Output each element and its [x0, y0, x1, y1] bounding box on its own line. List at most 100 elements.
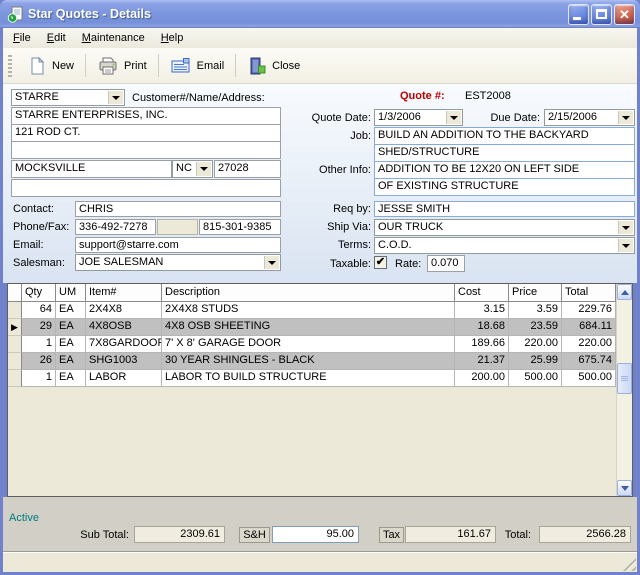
row-selector[interactable] — [8, 302, 22, 319]
job-line1-field[interactable]: BUILD AN ADDITION TO THE BACKYARD — [374, 127, 635, 145]
cell-total[interactable]: 500.00 — [562, 370, 616, 387]
grid-vertical-scrollbar[interactable] — [616, 284, 632, 496]
close-icon: ✕ — [615, 5, 634, 24]
due-date-dropdown[interactable]: 2/15/2006 — [544, 109, 635, 126]
table-row[interactable]: 1EALABORLABOR TO BUILD STRUCTURE200.0050… — [8, 370, 616, 387]
cell-um[interactable]: EA — [56, 336, 86, 353]
cell-qty[interactable]: 26 — [22, 353, 56, 370]
row-selector[interactable]: ▶ — [8, 319, 22, 336]
cell-qty[interactable]: 1 — [22, 336, 56, 353]
row-selector[interactable] — [8, 336, 22, 353]
dropdown-arrow-button[interactable] — [108, 91, 123, 104]
salesman-dropdown[interactable]: JOE SALESMAN — [75, 254, 281, 271]
email-button[interactable]: Email — [161, 54, 234, 78]
cell-item[interactable]: LABOR — [86, 370, 162, 387]
cell-cost[interactable]: 189.66 — [455, 336, 509, 353]
other-info-line2-field[interactable]: OF EXISTING STRUCTURE — [374, 178, 635, 196]
dropdown-arrow-button[interactable] — [264, 256, 279, 269]
address1-field[interactable]: 121 ROD CT. — [11, 124, 281, 142]
cell-total[interactable]: 684.11 — [562, 319, 616, 336]
cell-cost[interactable]: 200.00 — [455, 370, 509, 387]
close-window-button[interactable]: Close — [238, 53, 309, 79]
zip-field[interactable]: 27028 — [214, 160, 281, 178]
terms-dropdown[interactable]: C.O.D. — [374, 237, 635, 254]
ship-via-dropdown[interactable]: OUR TRUCK — [374, 219, 635, 236]
menu-file[interactable]: File — [5, 30, 39, 46]
email-field[interactable]: support@starre.com — [75, 237, 281, 253]
cell-item[interactable]: 2X4X8 — [86, 302, 162, 319]
fax-field[interactable]: 815-301-9385 — [199, 219, 281, 235]
cell-total[interactable]: 220.00 — [562, 336, 616, 353]
address2-field[interactable] — [11, 141, 281, 159]
phone-field[interactable]: 336-492-7278 — [75, 219, 156, 235]
menu-maintenance[interactable]: Maintenance — [74, 30, 153, 46]
req-by-field[interactable]: JESSE SMITH — [374, 201, 635, 217]
cell-cost[interactable]: 3.15 — [455, 302, 509, 319]
resize-grip[interactable] — [623, 558, 636, 571]
toolbar-grip[interactable] — [8, 55, 12, 77]
table-row[interactable]: 26EASHG100330 YEAR SHINGLES - BLACK21.37… — [8, 353, 616, 370]
dropdown-arrow-button[interactable] — [618, 111, 633, 124]
cell-price[interactable]: 25.99 — [509, 353, 562, 370]
contact-field[interactable]: CHRIS — [75, 201, 281, 217]
cell-desc[interactable]: LABOR TO BUILD STRUCTURE — [162, 370, 455, 387]
cell-um[interactable]: EA — [56, 319, 86, 336]
state-dropdown[interactable]: NC — [172, 160, 213, 178]
subtotal-label: Sub Total: — [53, 529, 129, 541]
cell-um[interactable]: EA — [56, 353, 86, 370]
customer-label: Customer#/Name/Address: — [132, 92, 265, 104]
quote-date-dropdown[interactable]: 1/3/2006 — [374, 109, 463, 126]
cell-item[interactable]: 7X8GARDOOR — [86, 336, 162, 353]
close-button[interactable]: ✕ — [614, 4, 635, 25]
cell-qty[interactable]: 64 — [22, 302, 56, 319]
cell-desc[interactable]: 7' X 8' GARAGE DOOR — [162, 336, 455, 353]
quote-date-value: 1/3/2006 — [378, 111, 445, 124]
scrollbar-down-button[interactable] — [617, 480, 632, 496]
customer-name-field[interactable]: STARRE ENTERPRISES, INC. — [11, 107, 281, 125]
title-bar[interactable]: Star Quotes - Details ✕ — [0, 0, 640, 28]
address3-field[interactable] — [11, 179, 281, 197]
cell-qty[interactable]: 1 — [22, 370, 56, 387]
maximize-button[interactable] — [591, 4, 612, 25]
dropdown-arrow-button[interactable] — [618, 239, 633, 252]
cell-cost[interactable]: 18.68 — [455, 319, 509, 336]
cell-desc[interactable]: 2X4X8 STUDS — [162, 302, 455, 319]
cell-item[interactable]: SHG1003 — [86, 353, 162, 370]
shipping-handling-field[interactable]: 95.00 — [272, 526, 359, 543]
cell-price[interactable]: 500.00 — [509, 370, 562, 387]
cell-cost[interactable]: 21.37 — [455, 353, 509, 370]
cell-desc[interactable]: 4X8 OSB SHEETING — [162, 319, 455, 336]
city-field[interactable]: MOCKSVILLE — [11, 160, 172, 178]
rate-field[interactable]: 0.070 — [427, 255, 465, 272]
cell-um[interactable]: EA — [56, 302, 86, 319]
cell-qty[interactable]: 29 — [22, 319, 56, 336]
menu-edit[interactable]: Edit — [39, 30, 74, 46]
total-field: 2566.28 — [539, 526, 631, 543]
cell-total[interactable]: 675.74 — [562, 353, 616, 370]
row-selector[interactable] — [8, 353, 22, 370]
other-info-line1-field[interactable]: ADDITION TO BE 12X20 ON LEFT SIDE — [374, 161, 635, 179]
minimize-button[interactable] — [568, 4, 589, 25]
menu-help[interactable]: Help — [153, 30, 192, 46]
cell-desc[interactable]: 30 YEAR SHINGLES - BLACK — [162, 353, 455, 370]
dropdown-arrow-button[interactable] — [618, 221, 633, 234]
cell-total[interactable]: 229.76 — [562, 302, 616, 319]
table-row[interactable]: ▶29EA4X8OSB4X8 OSB SHEETING18.6823.59684… — [8, 319, 616, 336]
table-row[interactable]: 1EA7X8GARDOOR7' X 8' GARAGE DOOR189.6622… — [8, 336, 616, 353]
job-line2-field[interactable]: SHED/STRUCTURE — [374, 144, 635, 162]
dropdown-arrow-button[interactable] — [196, 162, 211, 176]
row-selector[interactable] — [8, 370, 22, 387]
table-row[interactable]: 64EA2X4X82X4X8 STUDS3.153.59229.76 — [8, 302, 616, 319]
scrollbar-up-button[interactable] — [617, 284, 632, 300]
cell-item[interactable]: 4X8OSB — [86, 319, 162, 336]
print-button[interactable]: Print — [88, 53, 156, 79]
cell-price[interactable]: 3.59 — [509, 302, 562, 319]
new-button[interactable]: New — [18, 53, 83, 79]
cell-price[interactable]: 220.00 — [509, 336, 562, 353]
scrollbar-thumb[interactable] — [617, 363, 632, 394]
cell-um[interactable]: EA — [56, 370, 86, 387]
customer-id-dropdown[interactable]: STARRE — [11, 89, 125, 106]
taxable-checkbox[interactable]: ✔ — [374, 256, 387, 269]
toolbar: New Print Email — [3, 48, 637, 84]
cell-price[interactable]: 23.59 — [509, 319, 562, 336]
